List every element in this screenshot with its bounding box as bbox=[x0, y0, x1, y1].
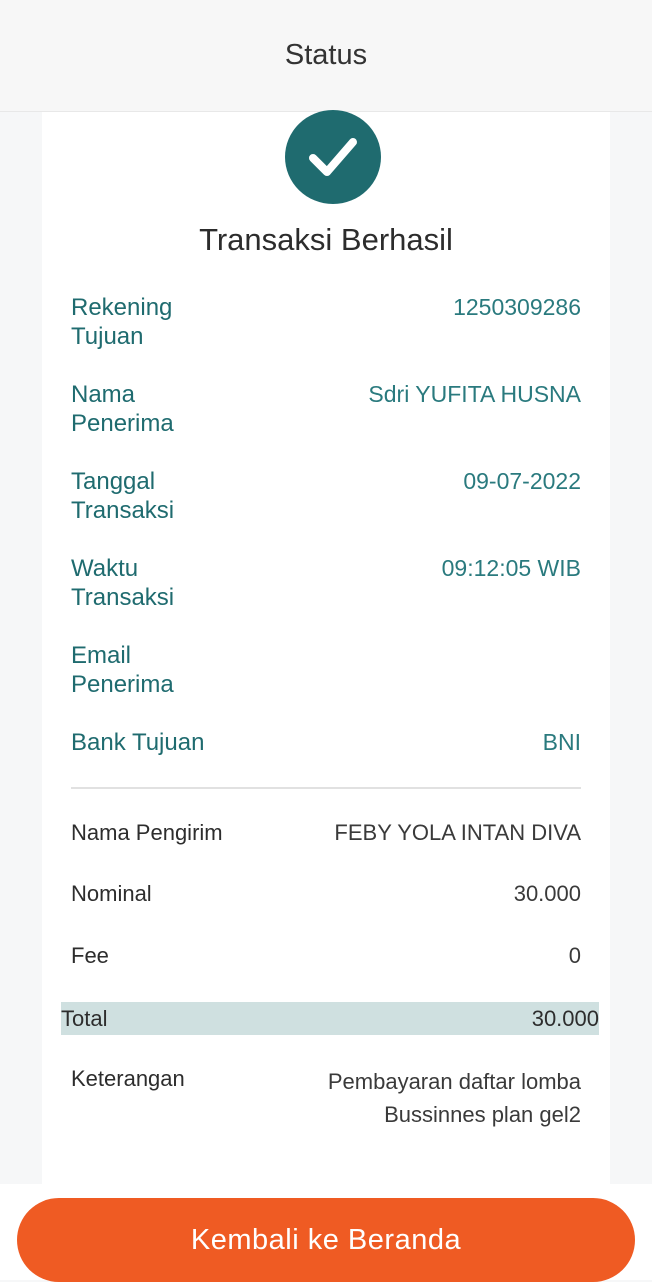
summary-row-fee: Fee 0 bbox=[71, 941, 581, 970]
keterangan-value: Pembayaran daftar lomba Bussinnes plan g… bbox=[327, 1069, 581, 1127]
detail-value: Sdri YUFITA HUSNA bbox=[368, 381, 581, 407]
detail-row-rekening-tujuan: Rekening Tujuan 1250309286 bbox=[71, 293, 581, 351]
summary-row-nominal: Nominal 30.000 bbox=[71, 879, 581, 908]
detail-label: Bank Tujuan bbox=[71, 729, 205, 756]
detail-value: 1250309286 bbox=[453, 294, 581, 320]
detail-row-nama-penerima: Nama Penerima Sdri YUFITA HUSNA bbox=[71, 380, 581, 438]
detail-row-bank-tujuan: Bank Tujuan BNI bbox=[71, 728, 581, 757]
summary-label: Nominal bbox=[71, 881, 152, 906]
total-row: Total 30.000 bbox=[61, 1002, 599, 1035]
total-label: Total bbox=[61, 1005, 108, 1031]
detail-label: Waktu Transaksi bbox=[71, 555, 175, 611]
detail-label: Rekening Tujuan bbox=[71, 294, 173, 350]
summary-label: Keterangan bbox=[71, 1066, 185, 1091]
section-divider bbox=[71, 787, 581, 789]
status-title: Transaksi Berhasil bbox=[199, 222, 453, 257]
detail-row-email-penerima: Email Penerima bbox=[71, 641, 581, 699]
summary-row-nama-pengirim: Nama Pengirim FEBY YOLA INTAN DIVA bbox=[71, 818, 581, 847]
detail-value: BNI bbox=[542, 729, 581, 755]
detail-value: 09:12:05 WIB bbox=[441, 555, 581, 581]
detail-label: Tanggal Transaksi bbox=[71, 468, 175, 524]
summary-value: 30.000 bbox=[513, 881, 581, 906]
summary-label: Fee bbox=[71, 943, 109, 968]
total-value: 30.000 bbox=[531, 1005, 599, 1031]
detail-label: Email Penerima bbox=[71, 642, 174, 698]
summary-value: FEBY YOLA INTAN DIVA bbox=[334, 820, 581, 845]
detail-value: 09-07-2022 bbox=[463, 468, 581, 494]
app-header: Status bbox=[0, 0, 652, 112]
back-to-home-button[interactable]: Kembali ke Beranda bbox=[17, 1198, 635, 1282]
detail-label: Nama Penerima bbox=[71, 381, 174, 437]
detail-row-waktu-transaksi: Waktu Transaksi 09:12:05 WIB bbox=[71, 554, 581, 612]
summary-value: 0 bbox=[568, 943, 581, 968]
success-check-icon bbox=[285, 110, 381, 204]
summary-label: Nama Pengirim bbox=[71, 820, 223, 845]
detail-row-tanggal-transaksi: Tanggal Transaksi 09-07-2022 bbox=[71, 467, 581, 525]
page-title: Status bbox=[284, 39, 368, 71]
